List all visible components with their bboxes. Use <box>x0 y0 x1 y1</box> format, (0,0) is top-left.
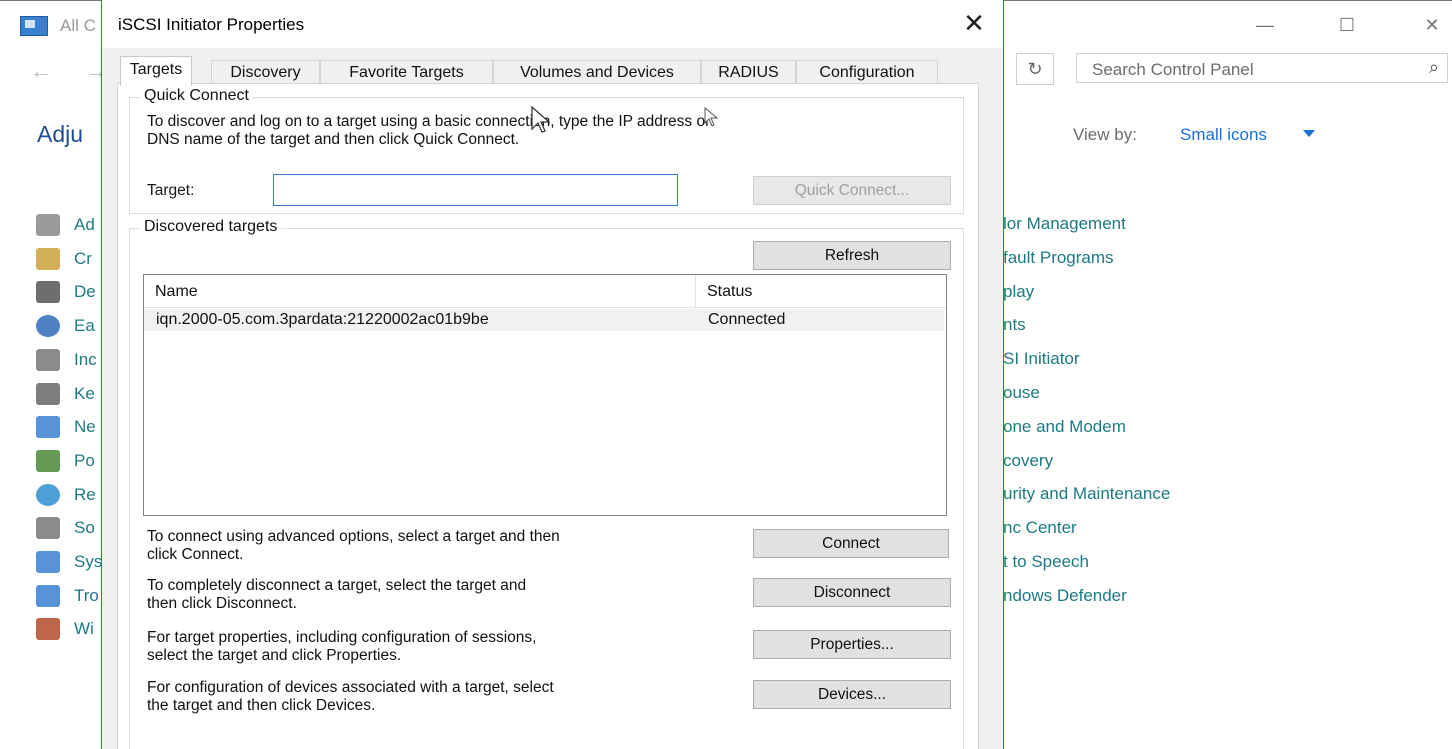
back-arrow-icon[interactable]: ← <box>30 58 52 84</box>
control-panel-link[interactable]: SI Initiator <box>1003 349 1080 369</box>
control-panel-item-label: Cr <box>74 248 92 268</box>
list-header: Name Status <box>144 275 946 308</box>
discovered-targets-legend: Discovered targets <box>140 218 282 236</box>
view-by-label: View by: <box>1073 125 1137 144</box>
control-panel-item-label: Po <box>74 450 95 470</box>
network-icon <box>36 416 60 439</box>
devices-button[interactable]: Devices... <box>753 680 951 709</box>
control-panel-link[interactable]: covery <box>1003 451 1053 471</box>
control-panel-link[interactable]: urity and Maintenance <box>1003 484 1170 504</box>
control-panel-link[interactable]: ndows Defender <box>1003 586 1127 606</box>
connect-button[interactable]: Connect <box>753 529 949 558</box>
connect-description: To connect using advanced options, selec… <box>147 528 560 564</box>
column-header-name[interactable]: Name <box>144 275 696 307</box>
tab-volumes-and-devices[interactable]: Volumes and Devices <box>493 60 701 84</box>
refresh-icon[interactable]: ↻ <box>1016 53 1054 85</box>
control-panel-link[interactable]: t to Speech <box>1003 552 1089 572</box>
control-panel-item-label: Ne <box>74 417 96 437</box>
control-panel-icon <box>20 16 48 36</box>
connect-description-line2: click Connect. <box>147 546 244 563</box>
mouse-pointer-ghost-icon <box>704 106 719 127</box>
chevron-down-icon[interactable] <box>1303 130 1315 137</box>
system-icon <box>36 551 60 573</box>
devices-description-line1: For configuration of devices associated … <box>147 679 554 696</box>
control-panel-link[interactable]: nts <box>1003 315 1026 335</box>
minimize-icon[interactable]: — <box>1245 11 1285 39</box>
refresh-button[interactable]: Refresh <box>753 241 951 270</box>
properties-description: For target properties, including configu… <box>147 629 536 665</box>
control-panel-link[interactable]: one and Modem <box>1003 417 1126 437</box>
maximize-icon[interactable]: ☐ <box>1327 11 1367 39</box>
view-by-dropdown[interactable]: Small icons <box>1180 125 1267 145</box>
disconnect-description: To completely disconnect a target, selec… <box>147 577 526 613</box>
quick-connect-description: To discover and log on to a target using… <box>147 113 710 149</box>
control-panel-item-label: Wi <box>74 619 94 639</box>
indexing-icon <box>36 348 60 371</box>
properties-description-line2: select the target and click Properties. <box>147 647 402 664</box>
close-icon[interactable]: ✕ <box>1412 11 1452 39</box>
control-panel-item-label: Ad <box>74 215 95 234</box>
control-panel-item-label: Ea <box>74 316 95 336</box>
troubleshooting-icon <box>36 584 60 607</box>
table-row[interactable]: iqn.2000-05.com.3pardata:21220002ac01b9b… <box>144 309 944 331</box>
iscsi-dialog: iSCSI Initiator Properties ✕ Targets Dis… <box>101 0 1004 749</box>
control-panel-link[interactable]: ouse <box>1003 383 1040 403</box>
devices-icon <box>36 281 60 304</box>
region-icon <box>36 483 60 506</box>
target-label: Target: <box>147 182 195 199</box>
search-box[interactable]: Search Control Panel ⌕ <box>1076 53 1448 83</box>
target-name-cell: iqn.2000-05.com.3pardata:21220002ac01b9b… <box>156 311 489 328</box>
discovered-targets-list[interactable]: Name Status iqn.2000-05.com.3pardata:212… <box>143 274 947 516</box>
connect-description-line1: To connect using advanced options, selec… <box>147 528 560 545</box>
disconnect-button[interactable]: Disconnect <box>753 578 951 607</box>
tab-favorite-targets[interactable]: Favorite Targets <box>320 60 493 84</box>
quick-connect-legend: Quick Connect <box>140 87 253 105</box>
control-panel-item-label: De <box>74 282 96 302</box>
control-panel-item-label: So <box>74 518 95 538</box>
mouse-pointer-icon <box>531 105 551 133</box>
search-icon[interactable]: ⌕ <box>1429 57 1439 78</box>
sound-icon <box>36 517 60 540</box>
quick-connect-button[interactable]: Quick Connect... <box>753 176 951 205</box>
firewall-icon <box>36 618 60 641</box>
devices-description-line2: the target and then click Devices. <box>147 697 376 714</box>
credential-manager-icon <box>36 247 60 270</box>
quick-connect-description-line2: DNS name of the target and then click Qu… <box>147 131 520 148</box>
tab-configuration[interactable]: Configuration <box>796 60 938 84</box>
devices-description: For configuration of devices associated … <box>147 679 554 715</box>
control-panel-link[interactable]: fault Programs <box>1003 248 1114 268</box>
dialog-titlebar: iSCSI Initiator Properties ✕ <box>102 0 1003 48</box>
control-panel-link[interactable]: lor Management <box>1003 214 1126 234</box>
control-panel-item-label: Tro <box>74 585 99 605</box>
disconnect-description-line2: then click Disconnect. <box>147 595 297 612</box>
search-placeholder: Search Control Panel <box>1092 60 1254 79</box>
admin-tools-icon <box>36 214 60 236</box>
control-panel-item-label: Inc <box>74 349 97 369</box>
properties-button[interactable]: Properties... <box>753 630 951 659</box>
dialog-title: iSCSI Initiator Properties <box>118 15 305 34</box>
control-panel-item-label: Sys <box>74 552 103 571</box>
power-icon <box>36 449 60 472</box>
column-header-status[interactable]: Status <box>696 275 942 307</box>
tab-radius[interactable]: RADIUS <box>701 60 796 84</box>
properties-description-line1: For target properties, including configu… <box>147 629 537 646</box>
disconnect-description-line1: To completely disconnect a target, selec… <box>147 577 527 594</box>
dialog-close-icon[interactable]: ✕ <box>959 8 989 38</box>
control-panel-item-label: Re <box>74 484 96 504</box>
tab-discovery[interactable]: Discovery <box>211 60 320 84</box>
control-panel-link[interactable]: nc Center <box>1003 518 1077 538</box>
target-status-cell: Connected <box>708 311 786 328</box>
control-panel-item-label: Ke <box>74 383 95 403</box>
keyboard-icon <box>36 382 60 405</box>
tab-targets[interactable]: Targets <box>120 56 192 86</box>
control-panel-link[interactable]: play <box>1003 282 1034 302</box>
target-input[interactable] <box>273 174 678 206</box>
ease-of-access-icon <box>36 315 60 338</box>
quick-connect-description-line1: To discover and log on to a target using… <box>147 113 711 130</box>
control-panel-title: All C <box>60 16 96 35</box>
page-heading: Adju <box>37 121 84 147</box>
